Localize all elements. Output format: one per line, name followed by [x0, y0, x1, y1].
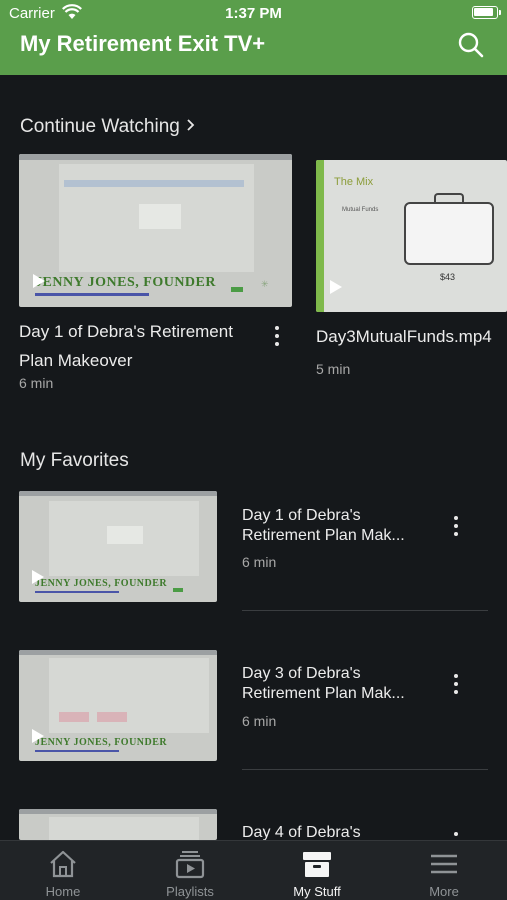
more-options-icon[interactable]	[452, 516, 460, 538]
brand-logo: ✳	[261, 279, 269, 289]
video-duration: 6 min	[242, 713, 277, 729]
thumbnail-caption: JENNY JONES, FOUNDER	[35, 578, 168, 589]
thumbnail-pink-box	[97, 712, 127, 722]
more-options-icon[interactable]	[452, 674, 460, 696]
play-icon	[330, 280, 342, 294]
play-icon	[32, 570, 44, 584]
video-title-line2: Retirement Plan Mak...	[242, 685, 405, 702]
tab-home-label: Home	[45, 884, 81, 899]
video-title[interactable]: Day 1 of Debra's Retirement Plan Mak...	[242, 506, 422, 546]
tab-home[interactable]: Home	[0, 841, 126, 900]
app-header: Carrier 1:37 PM My Retirement Exit TV+	[0, 0, 507, 75]
video-duration: 6 min	[19, 375, 54, 391]
thumbnail-heading: The Mix	[334, 176, 374, 188]
chevron-right-icon	[187, 119, 195, 131]
tab-my-stuff[interactable]: My Stuff	[254, 841, 380, 900]
play-icon	[32, 729, 44, 743]
thumbnail-underline	[35, 591, 119, 593]
briefcase-handle	[434, 193, 464, 203]
video-thumbnail[interactable]	[19, 809, 217, 840]
video-thumbnail[interactable]: JENNY JONES, FOUNDER	[19, 491, 217, 602]
tab-more[interactable]: More	[381, 841, 507, 900]
thumbnail-box	[139, 204, 181, 229]
list-divider	[242, 610, 488, 611]
tab-bar: Home Playlists My Stuff More	[0, 840, 507, 900]
video-duration: 5 min	[316, 361, 351, 377]
video-title-line1: Day 3 of Debra's	[242, 665, 361, 682]
video-title-line2: Plan Makeover	[19, 351, 133, 370]
app-title: My Retirement Exit TV+	[20, 31, 266, 56]
video-thumbnail[interactable]: JENNY JONES, FOUNDER	[19, 650, 217, 761]
thumbnail-accent-stripe	[316, 160, 324, 312]
thumbnail-bar	[19, 491, 217, 496]
thumbnail-button	[231, 287, 243, 292]
tab-playlists-label: Playlists	[166, 884, 214, 899]
thumbnail-box	[107, 526, 143, 544]
video-title[interactable]: Day3MutualFunds.mp4	[316, 322, 507, 351]
video-thumbnail[interactable]: The Mix Mutual Funds $43	[316, 160, 507, 312]
home-icon	[50, 850, 76, 878]
thumbnail-caption: JENNY JONES, FOUNDER	[35, 275, 216, 290]
more-options-icon[interactable]	[273, 326, 281, 348]
tab-my-stuff-label: My Stuff	[293, 884, 341, 899]
video-title-line1: Day 1 of Debra's Retirement	[19, 322, 233, 341]
menu-icon	[431, 854, 457, 874]
thumbnail-price: $43	[440, 272, 456, 282]
thumbnail-bullet: Mutual Funds	[342, 207, 379, 213]
playlists-icon	[175, 851, 205, 879]
continue-watching-label: Continue Watching	[20, 116, 180, 137]
thumbnail-underline	[35, 750, 119, 752]
tab-more-label: More	[429, 884, 459, 899]
my-favorites-heading: My Favorites	[20, 450, 129, 471]
continue-watching-heading[interactable]: Continue Watching	[20, 116, 195, 138]
thumbnail-bar	[19, 154, 292, 160]
archive-box-icon	[303, 852, 331, 877]
battery-tip	[499, 10, 501, 15]
more-options-icon[interactable]	[452, 832, 460, 840]
thumbnail-underline	[35, 293, 149, 296]
video-title[interactable]: Day 1 of Debra's Retirement Plan Makeove…	[19, 317, 254, 375]
thumbnail-pink-box	[59, 712, 89, 722]
thumbnail-bar	[19, 650, 217, 655]
video-title-line2: Retirement Plan Mak...	[242, 527, 405, 544]
video-thumbnail[interactable]: JENNY JONES, FOUNDER ✳	[19, 154, 292, 307]
video-title[interactable]: Day 3 of Debra's Retirement Plan Mak...	[242, 664, 422, 704]
briefcase-graphic	[404, 202, 494, 265]
video-duration: 6 min	[242, 554, 277, 570]
battery-icon	[472, 6, 498, 19]
thumbnail-bar	[19, 809, 217, 814]
video-title-line1: Day 1 of Debra's	[242, 507, 361, 524]
play-icon	[33, 274, 45, 288]
thumbnail-panel	[49, 817, 199, 840]
thumbnail-button	[173, 588, 183, 592]
clock: 1:37 PM	[225, 5, 282, 22]
tab-playlists[interactable]: Playlists	[127, 841, 253, 900]
thumbnail-caption: JENNY JONES, FOUNDER	[35, 737, 168, 748]
status-bar: Carrier 1:37 PM	[0, 0, 507, 28]
list-divider	[242, 769, 488, 770]
search-icon[interactable]	[457, 31, 485, 59]
thumbnail-band	[64, 180, 244, 187]
